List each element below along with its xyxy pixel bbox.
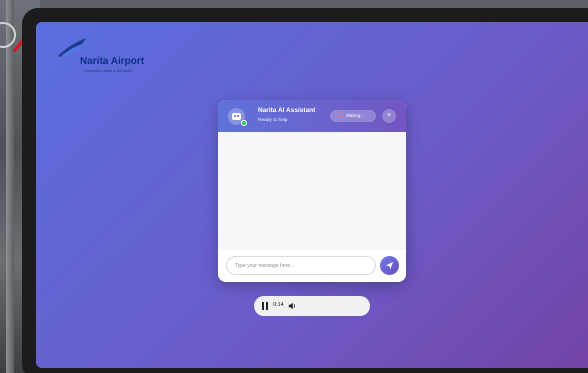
logo-tagline: Connecting Japan to the World — [84, 69, 132, 73]
volume-icon[interactable] — [288, 302, 296, 310]
waiting-dots-icon: ●●● — [337, 113, 345, 118]
robot-face — [232, 113, 241, 120]
narita-airport-logo: Narita Airport Connecting Japan to the W… — [56, 36, 146, 76]
tablet-screen: Narita Airport Connecting Japan to the W… — [36, 22, 588, 368]
background-pole — [6, 0, 14, 373]
online-status-dot — [241, 120, 247, 126]
waiting-label: Waiting... — [346, 113, 364, 118]
chat-status: Ready to help — [258, 118, 288, 123]
chat-title: Narita AI Assistant — [258, 107, 316, 114]
chat-header: Narita AI Assistant Ready to help ●●● Wai… — [218, 100, 406, 132]
waiting-badge: ●●● Waiting... — [330, 110, 376, 122]
airplane-logo-icon — [58, 38, 86, 57]
pause-icon[interactable] — [262, 302, 268, 310]
logo-name: Narita Airport — [80, 56, 145, 67]
tablet-bezel: Narita Airport Connecting Japan to the W… — [22, 8, 588, 373]
chat-widget: Narita AI Assistant Ready to help ●●● Wai… — [218, 100, 406, 282]
message-input[interactable] — [226, 256, 376, 275]
send-button[interactable] — [380, 256, 399, 275]
message-area[interactable] — [218, 132, 406, 250]
close-button[interactable]: × — [382, 109, 396, 123]
send-icon — [385, 261, 394, 270]
audio-player: 0:14 — [254, 296, 370, 316]
input-row — [218, 250, 406, 282]
audio-time: 0:14 — [273, 302, 284, 308]
